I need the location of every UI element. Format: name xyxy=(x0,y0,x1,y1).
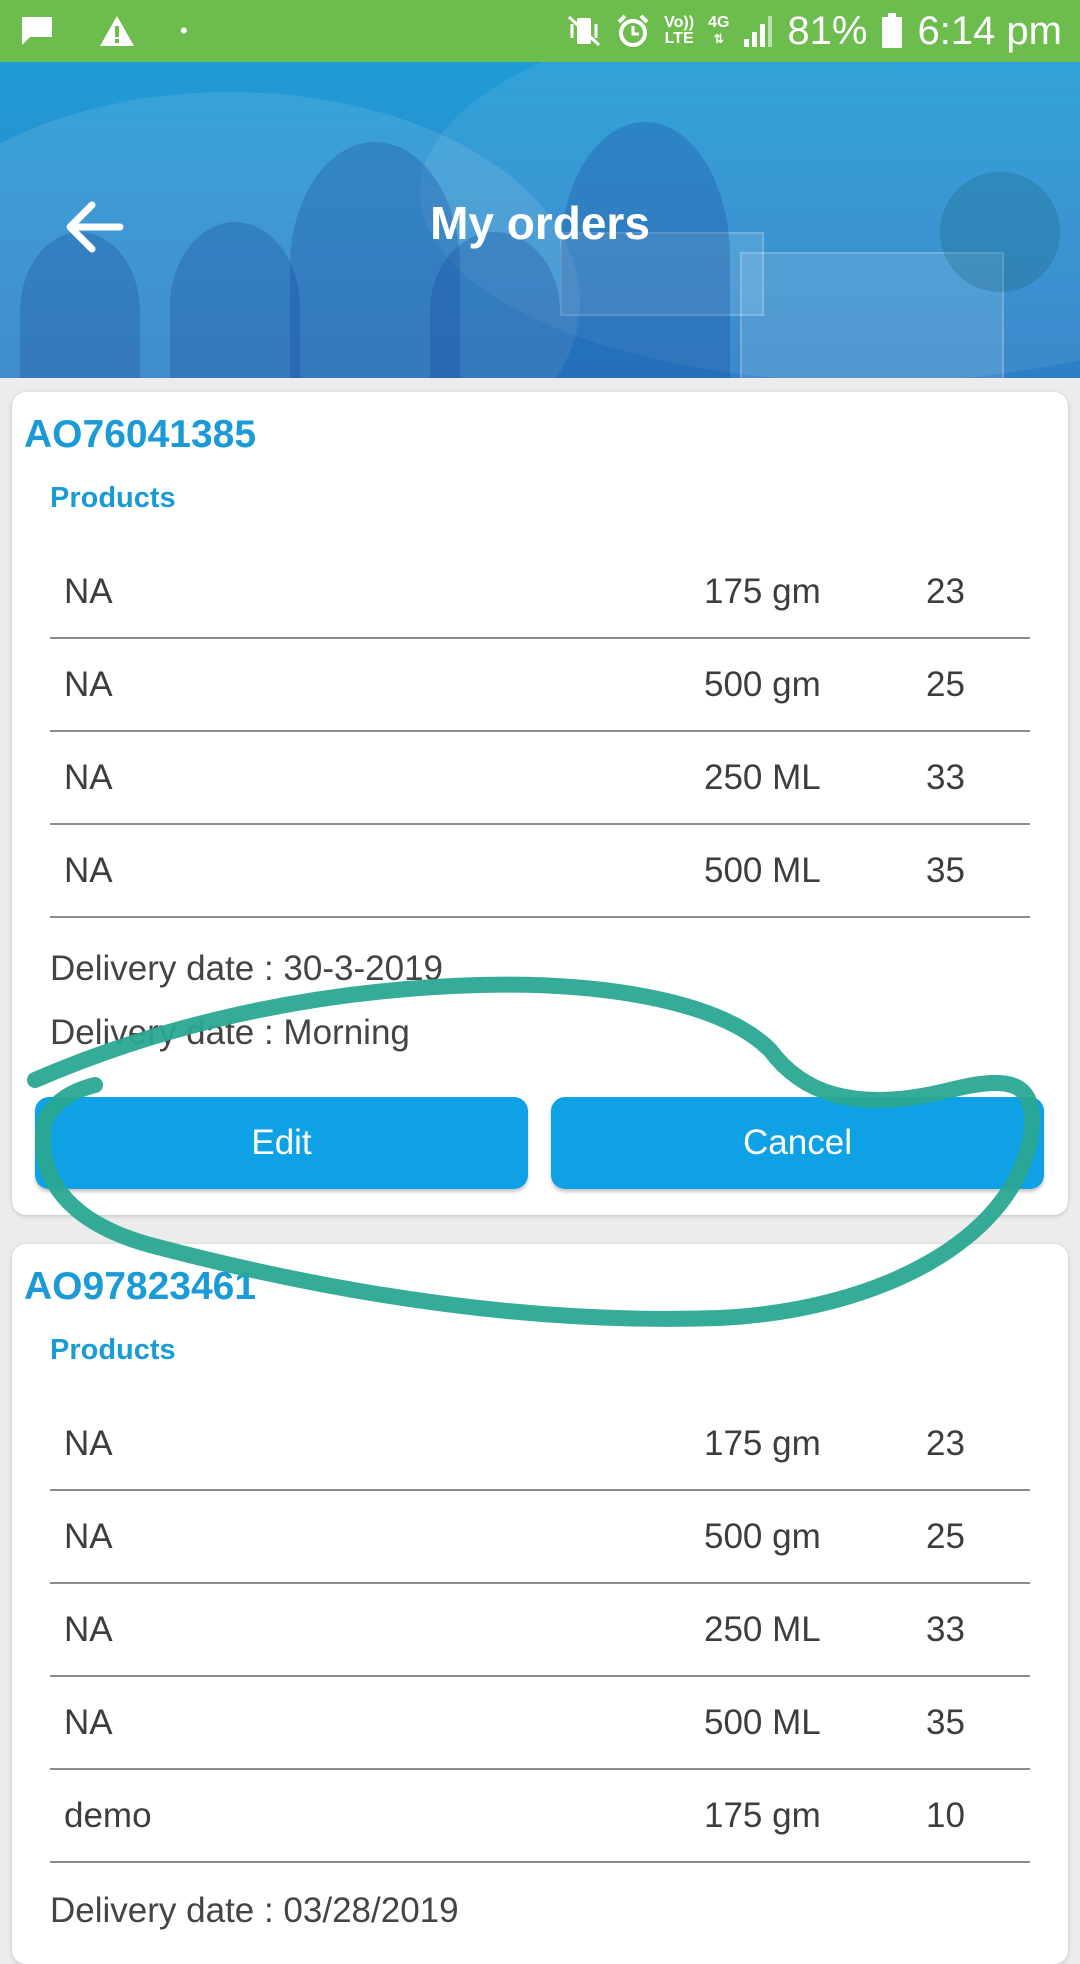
product-row: NA 175 gm 23 xyxy=(50,544,1030,639)
network-label: 4G xyxy=(708,14,730,31)
product-row: NA 500 ML 35 xyxy=(50,1675,1030,1770)
message-icon xyxy=(22,17,52,45)
product-qty: 35 xyxy=(926,851,965,890)
product-name: NA xyxy=(64,665,113,704)
alarm-icon xyxy=(617,14,649,47)
product-qty: 23 xyxy=(926,1424,965,1463)
products-label: Products xyxy=(50,1334,176,1366)
product-size: 250 ML xyxy=(704,1610,821,1649)
product-size: 250 ML xyxy=(704,758,821,797)
product-name: NA xyxy=(64,1424,113,1463)
delivery-date: Delivery date : 03/28/2019 xyxy=(50,1891,459,1930)
product-name: NA xyxy=(64,851,113,890)
order-id: AO97823461 xyxy=(24,1265,257,1308)
products-label: Products xyxy=(50,482,176,514)
product-qty: 10 xyxy=(926,1796,965,1835)
vibrate-mute-icon xyxy=(568,15,601,47)
product-name: NA xyxy=(64,572,113,611)
product-size: 500 ML xyxy=(704,1703,821,1742)
product-size: 500 gm xyxy=(704,1517,821,1556)
edit-button[interactable]: Edit xyxy=(35,1097,528,1189)
warning-icon xyxy=(100,16,134,46)
delivery-time: Delivery date : Morning xyxy=(50,1013,410,1052)
product-name: NA xyxy=(64,1517,113,1556)
product-size: 175 gm xyxy=(704,1796,821,1835)
dot-icon: • xyxy=(180,18,188,43)
product-size: 500 ML xyxy=(704,851,821,890)
product-name: NA xyxy=(64,758,113,797)
product-row: NA 175 gm 23 xyxy=(50,1396,1030,1491)
product-qty: 25 xyxy=(926,665,965,704)
signal-icon xyxy=(744,16,773,47)
product-name: NA xyxy=(64,1703,113,1742)
page-title: My orders xyxy=(430,197,650,249)
product-size: 175 gm xyxy=(704,572,821,611)
product-row: NA 250 ML 33 xyxy=(50,730,1030,825)
product-qty: 25 xyxy=(926,1517,965,1556)
volte-indicator: Vo)) LTE xyxy=(664,15,694,47)
product-qty: 33 xyxy=(926,758,965,797)
delivery-date: Delivery date : 30-3-2019 xyxy=(50,949,443,988)
network-type: 4G ⇅ xyxy=(708,14,730,47)
product-row: demo 175 gm 10 xyxy=(50,1768,1030,1863)
product-qty: 23 xyxy=(926,572,965,611)
status-bar: • Vo)) LTE 4G ⇅ 81% 6:14 pm xyxy=(0,0,1080,62)
product-row: NA 250 ML 33 xyxy=(50,1582,1030,1677)
product-name: demo xyxy=(64,1796,152,1835)
product-size: 175 gm xyxy=(704,1424,821,1463)
volte-bottom-label: LTE xyxy=(664,30,694,47)
product-size: 500 gm xyxy=(704,665,821,704)
order-id: AO76041385 xyxy=(24,413,257,456)
product-qty: 35 xyxy=(926,1703,965,1742)
product-row: NA 500 gm 25 xyxy=(50,1489,1030,1584)
product-qty: 33 xyxy=(926,1610,965,1649)
clock-time: 6:14 pm xyxy=(917,8,1062,53)
volte-top-label: Vo)) xyxy=(664,14,695,31)
battery-icon xyxy=(882,13,903,48)
cancel-button[interactable]: Cancel xyxy=(551,1097,1044,1189)
product-row: NA 500 gm 25 xyxy=(50,637,1030,732)
battery-percent: 81% xyxy=(787,8,868,53)
product-name: NA xyxy=(64,1610,113,1649)
product-row: NA 500 ML 35 xyxy=(50,823,1030,918)
